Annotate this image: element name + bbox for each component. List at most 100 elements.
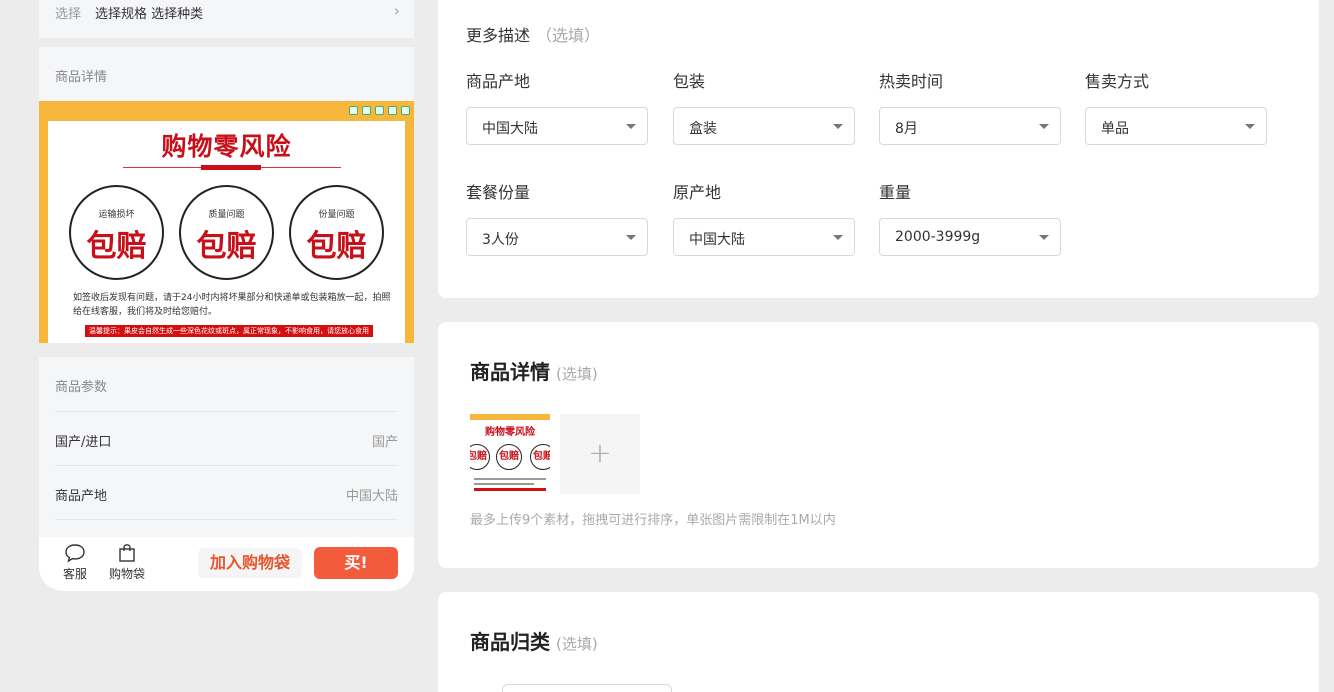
field-label: 热卖时间 <box>879 72 944 91</box>
add-image-button[interactable]: + <box>560 414 640 494</box>
settings-icon[interactable] <box>401 106 410 115</box>
thumbnail-redbar <box>474 488 546 491</box>
chat-bubble-icon <box>65 544 85 563</box>
select-value: 盒装 <box>689 121 717 137</box>
guarantee-circle: 质量问题 包赔 <box>179 185 274 280</box>
edit-icon[interactable] <box>388 106 397 115</box>
guarantee-caption: 份量问题 <box>318 210 355 220</box>
banner-note: 如签收后发现有问题，请于24小时内将坏果部分和快递单或包装箱放一起，拍照给在线客… <box>73 293 391 317</box>
guarantee-caption: 质量问题 <box>208 210 245 220</box>
field-label: 包装 <box>673 72 706 91</box>
image-toolbar <box>349 106 410 115</box>
guarantee-circle: 份量问题 包赔 <box>289 185 384 280</box>
preview-detail-header: 商品详情 <box>39 47 414 101</box>
select-value: 中国大陆 <box>689 232 745 248</box>
preview-bottom-bar: 客服 购物袋 加入购物袋 买! <box>39 537 414 591</box>
guarantee-text: 包赔 <box>196 229 257 264</box>
replace-icon[interactable] <box>375 106 384 115</box>
service-label: 客服 <box>63 567 88 581</box>
banner-tip: 温馨提示：果皮会自然生成一些深色花纹或斑点，属正常现象，不影响食用，请您放心食用 <box>85 325 373 337</box>
product-category-title: 商品归类 (选填) <box>470 626 598 655</box>
bag-label: 购物袋 <box>109 567 146 581</box>
field-place-of-origin: 原产地 中国大陆 <box>673 182 855 256</box>
service-entry[interactable]: 客服 <box>63 543 87 582</box>
select-value: 3人份 <box>482 232 519 248</box>
uploaded-image-thumbnail[interactable]: 购物零风险 包赔 包赔 包赔 <box>470 414 550 494</box>
product-category-card: 商品归类 (选填) <box>438 592 1319 692</box>
add-to-bag-button[interactable]: 加入购物袋 <box>198 548 302 578</box>
caret-down-icon <box>1039 124 1049 129</box>
field-origin: 商品产地 中国大陆 <box>466 71 648 145</box>
caret-down-icon <box>1039 235 1049 240</box>
field-label: 重量 <box>879 183 912 202</box>
select-value: 单品 <box>1101 121 1129 137</box>
param-row: 商品产地 中国大陆 <box>55 465 398 519</box>
shopping-bag-icon <box>119 544 135 562</box>
more-description-label: 更多描述 <box>466 26 531 45</box>
origin-select[interactable]: 中国大陆 <box>466 107 648 145</box>
detail-banner-image: 购物零风险 运输损坏 包赔 质量问题 包赔 份量问题 包赔 如签收后发现有问题，… <box>39 101 414 343</box>
preview-detail-title: 商品详情 <box>55 70 108 85</box>
plus-icon: + <box>588 436 612 469</box>
product-detail-title: 商品详情 (选填) <box>470 356 598 385</box>
chevron-right-icon: › <box>393 1 400 20</box>
spec-label: 选择 <box>55 7 82 22</box>
caret-down-icon <box>626 235 636 240</box>
section-title: 商品归类 <box>470 630 550 654</box>
delete-icon[interactable] <box>349 106 358 115</box>
select-value: 8月 <box>895 121 918 137</box>
field-sale-method: 售卖方式 单品 <box>1085 71 1267 145</box>
mobile-preview: 选择 选择规格 选择种类 › 商品详情 购物零风险 运输损坏 包赔 质量问题 包… <box>39 0 414 591</box>
spec-value: 选择规格 选择种类 <box>95 7 204 22</box>
thumbnail-line <box>474 483 534 485</box>
caret-down-icon <box>1245 124 1255 129</box>
field-label: 套餐份量 <box>466 183 531 202</box>
field-label: 售卖方式 <box>1085 72 1150 91</box>
select-value: 2000-3999g <box>895 229 981 245</box>
thumbnail-circle: 包赔 <box>530 444 550 470</box>
more-description-card: 更多描述 （选填） 商品产地 中国大陆 包装 盒装 热卖时间 8月 售卖方式 单品… <box>438 0 1319 298</box>
preview-params: 商品参数 国产/进口 国产 商品产地 中国大陆 <box>39 357 414 537</box>
category-select[interactable] <box>502 684 672 692</box>
caret-down-icon <box>833 235 843 240</box>
sale-method-select[interactable]: 单品 <box>1085 107 1267 145</box>
crop-icon[interactable] <box>362 106 371 115</box>
buy-now-button[interactable]: 买! <box>314 547 398 579</box>
caret-down-icon <box>833 124 843 129</box>
product-detail-card: 商品详情 (选填) 购物零风险 包赔 包赔 包赔 + 最多上传9个素材，拖拽可进行… <box>438 322 1319 568</box>
bag-entry[interactable]: 购物袋 <box>109 543 145 582</box>
thumbnail-title: 购物零风险 <box>485 427 535 438</box>
param-key: 商品产地 <box>55 489 108 504</box>
weight-select[interactable]: 2000-3999g <box>879 218 1061 256</box>
banner-paper: 购物零风险 运输损坏 包赔 质量问题 包赔 份量问题 包赔 如签收后发现有问题，… <box>48 121 405 343</box>
field-label: 商品产地 <box>466 72 531 91</box>
guarantee-caption: 运输损坏 <box>98 210 135 220</box>
param-row: 国产/进口 国产 <box>55 411 398 465</box>
param-value: 中国大陆 <box>345 489 398 504</box>
field-label: 原产地 <box>673 183 722 202</box>
thumbnail-line <box>474 478 546 480</box>
field-weight: 重量 2000-3999g <box>879 182 1061 256</box>
spec-selector-row[interactable]: 选择 选择规格 选择种类 › <box>39 0 414 38</box>
section-title: 商品详情 <box>470 360 550 384</box>
thumbnail-circle: 包赔 <box>470 444 490 470</box>
thumbnail-paper: 购物零风险 包赔 包赔 包赔 <box>470 420 550 494</box>
hot-season-select[interactable]: 8月 <box>879 107 1061 145</box>
more-description-title: 更多描述 （选填） <box>466 22 600 46</box>
thumbnail-circle: 包赔 <box>496 444 522 470</box>
packaging-select[interactable]: 盒装 <box>673 107 855 145</box>
param-value: 国产 <box>371 435 398 450</box>
select-value: 中国大陆 <box>482 121 538 137</box>
place-of-origin-select[interactable]: 中国大陆 <box>673 218 855 256</box>
param-key: 国产/进口 <box>55 435 112 450</box>
params-title: 商品参数 <box>55 380 108 395</box>
caret-down-icon <box>626 124 636 129</box>
guarantee-text: 包赔 <box>306 229 367 264</box>
optional-tag: (选填) <box>556 365 598 383</box>
set-portion-select[interactable]: 3人份 <box>466 218 648 256</box>
field-hot-season: 热卖时间 8月 <box>879 71 1061 145</box>
guarantee-circle: 运输损坏 包赔 <box>69 185 164 280</box>
optional-tag: (选填) <box>556 635 598 653</box>
field-packaging: 包装 盒装 <box>673 71 855 145</box>
field-set-portion: 套餐份量 3人份 <box>466 182 648 256</box>
